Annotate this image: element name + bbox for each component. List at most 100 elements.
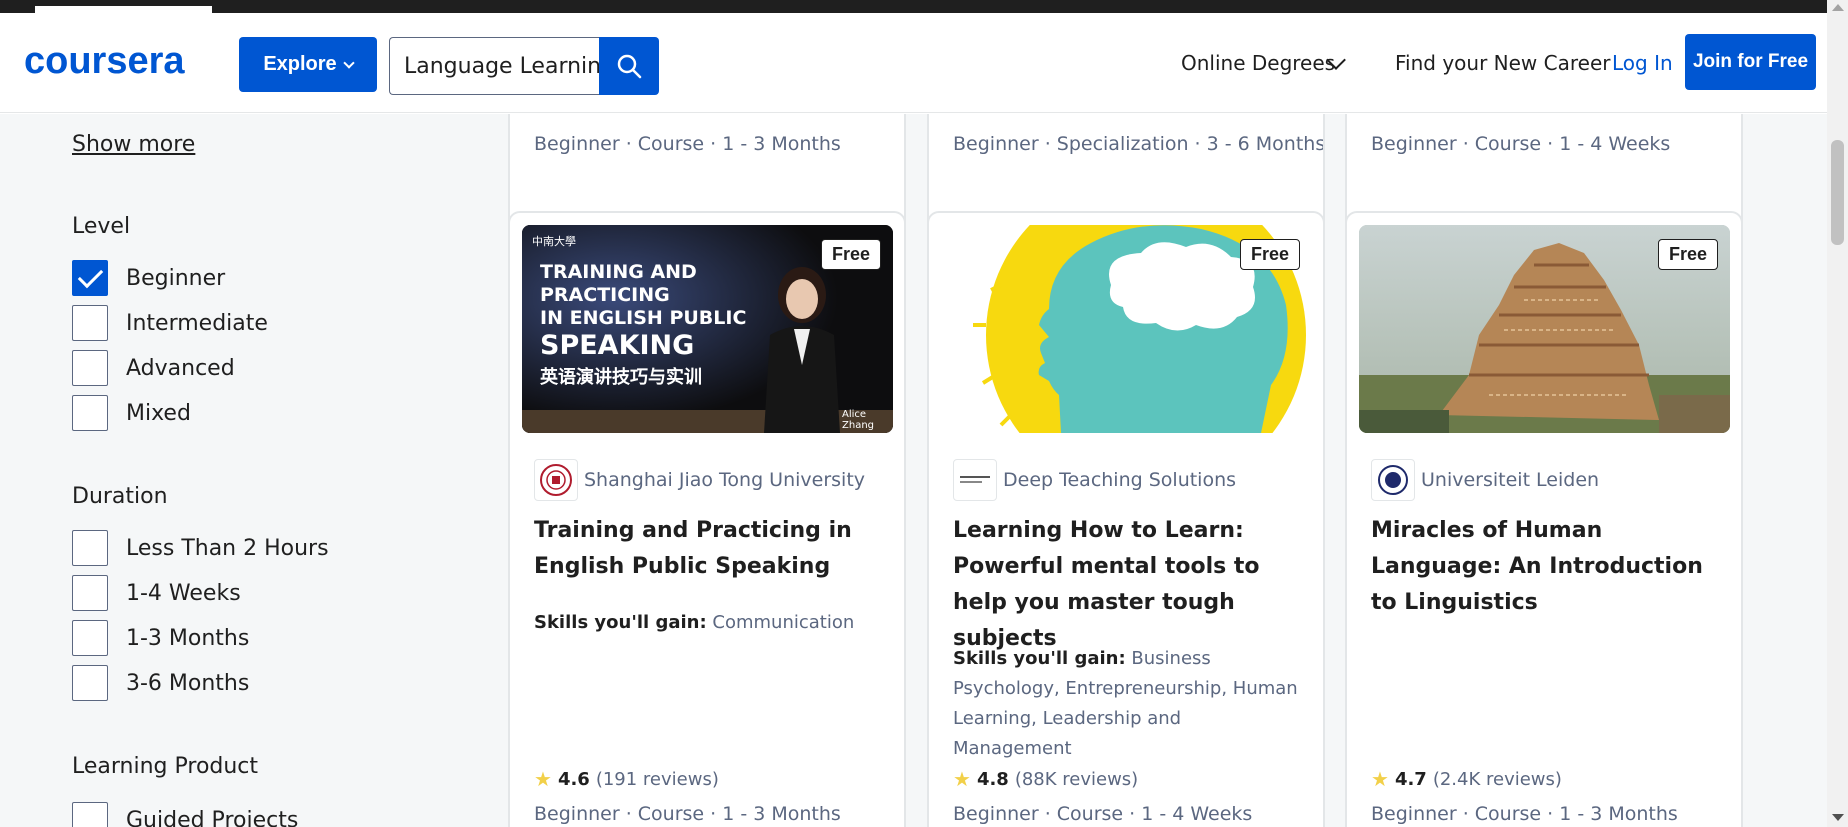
duration-option-1-3-months[interactable]: 1-3 Months — [72, 620, 249, 656]
login-link[interactable]: Log In — [1612, 51, 1673, 75]
image-caption: Alice Zhang — [842, 409, 875, 431]
course-title[interactable]: Learning How to Learn: Powerful mental t… — [953, 513, 1293, 657]
free-badge: Free — [1239, 239, 1300, 270]
browser-top-strip — [0, 0, 1848, 13]
course-card[interactable]: 中南大學 TRAINING AND PRACTICING IN ENGLISH … — [508, 211, 906, 827]
option-label: Intermediate — [126, 310, 268, 336]
partner-info: Universiteit Leiden — [1371, 459, 1599, 501]
option-label: Less Than 2 Hours — [126, 535, 329, 561]
card-meta: Beginner · Course · 1 - 3 Months — [1371, 803, 1678, 825]
rating: ★ 4.6 (191 reviews) — [534, 767, 719, 791]
partner-name: Shanghai Jiao Tong University — [584, 469, 866, 491]
course-image: Free — [1359, 225, 1730, 433]
duration-option-less-than-2-hours[interactable]: Less Than 2 Hours — [72, 530, 329, 566]
image-title-line: PRACTICING — [540, 284, 670, 306]
skills-list: Communication — [712, 612, 855, 633]
checkbox[interactable] — [72, 395, 108, 431]
level-filter-title: Level — [72, 214, 131, 239]
option-label: 1-4 Weeks — [126, 580, 241, 606]
page-scrollbar[interactable] — [1827, 0, 1848, 827]
card-meta: Beginner · Course · 1 - 3 Months — [534, 133, 841, 155]
university-seal-icon — [1371, 459, 1415, 501]
rating: ★ 4.7 (2.4K reviews) — [1371, 767, 1562, 791]
review-count: (2.4K reviews) — [1432, 768, 1562, 790]
online-degrees-link[interactable]: Online Degrees — [1181, 51, 1335, 75]
skills-label: Skills you'll gain: — [534, 612, 707, 633]
chevron-down-icon — [343, 56, 355, 69]
university-seal-icon — [534, 459, 578, 501]
checkbox[interactable] — [72, 620, 108, 656]
rating-score: 4.8 — [976, 768, 1009, 790]
level-option-advanced[interactable]: Advanced — [72, 350, 235, 386]
partner-name: Deep Teaching Solutions — [1003, 469, 1237, 491]
course-card[interactable]: Free Deep Teaching Solutions Learning Ho… — [927, 211, 1325, 827]
card-meta: Beginner · Course · 1 - 3 Months — [534, 803, 841, 825]
star-icon: ★ — [953, 767, 971, 791]
image-title-line: SPEAKING — [540, 330, 695, 361]
find-career-link[interactable]: Find your New Career — [1395, 51, 1610, 75]
show-more-link[interactable]: Show more — [72, 132, 195, 157]
partner-logo-icon — [953, 459, 997, 501]
option-label: Advanced — [126, 355, 235, 381]
rating-score: 4.6 — [557, 768, 590, 790]
explore-label: Explore — [263, 53, 337, 75]
course-title[interactable]: Miracles of Human Language: An Introduct… — [1371, 513, 1711, 621]
search-icon — [617, 54, 642, 79]
star-icon: ★ — [1371, 767, 1389, 791]
scroll-up-arrow-icon[interactable] — [1832, 4, 1844, 11]
option-label: Guided Projects — [126, 807, 299, 827]
level-option-beginner[interactable]: Beginner — [72, 260, 225, 296]
partner-info: Shanghai Jiao Tong University — [534, 459, 865, 501]
checkbox[interactable] — [72, 665, 108, 701]
review-count: (88K reviews) — [1014, 768, 1139, 790]
duration-option-1-4-weeks[interactable]: 1-4 Weeks — [72, 575, 241, 611]
image-subtitle: 英语演讲技巧与实训 — [540, 367, 702, 388]
option-label: Beginner — [126, 265, 226, 291]
course-card[interactable]: Free Universiteit Leiden Miracles of Hum… — [1345, 211, 1743, 827]
skills-text: Skills you'll gain: Business Psychology,… — [953, 644, 1303, 764]
explore-button[interactable]: Explore — [239, 37, 377, 92]
image-title-line: TRAINING AND — [540, 261, 697, 283]
product-option-guided-projects[interactable]: Guided Projects — [72, 802, 298, 827]
review-count: (191 reviews) — [595, 768, 719, 790]
duration-filter-title: Duration — [72, 484, 168, 509]
duration-option-3-6-months[interactable]: 3-6 Months — [72, 665, 249, 701]
checkbox-checked[interactable] — [72, 260, 108, 296]
course-image: Free — [941, 225, 1312, 433]
partner-info: Deep Teaching Solutions — [953, 459, 1236, 501]
card-meta: Beginner · Course · 1 - 4 Weeks — [953, 803, 1253, 825]
image-title-line: IN ENGLISH PUBLIC — [540, 307, 747, 329]
scroll-down-arrow-icon[interactable] — [1832, 814, 1844, 821]
join-button[interactable]: Join for Free — [1685, 34, 1816, 90]
image-school-text: 中南大學 — [532, 235, 576, 248]
course-image: 中南大學 TRAINING AND PRACTICING IN ENGLISH … — [522, 225, 893, 433]
learning-product-filter-title: Learning Product — [72, 754, 259, 779]
free-badge: Free — [820, 239, 881, 270]
level-option-intermediate[interactable]: Intermediate — [72, 305, 268, 341]
star-icon: ★ — [534, 767, 552, 791]
checkbox[interactable] — [72, 575, 108, 611]
coursera-logo[interactable]: coursera — [24, 40, 185, 83]
rating: ★ 4.8 (88K reviews) — [953, 767, 1138, 791]
image-title-text: TRAINING AND PRACTICING IN ENGLISH PUBLI… — [540, 261, 746, 389]
rating-score: 4.7 — [1394, 768, 1427, 790]
checkbox[interactable] — [72, 530, 108, 566]
checkbox[interactable] — [72, 802, 108, 827]
active-tab-indicator — [35, 6, 212, 13]
search-button[interactable] — [599, 37, 659, 95]
card-meta: Beginner · Course · 1 - 4 Weeks — [1371, 133, 1671, 155]
main-content: Show more Level Beginner Intermediate Ad… — [0, 114, 1827, 827]
site-header: coursera Explore Language Learnin Online… — [0, 13, 1827, 113]
partner-name: Universiteit Leiden — [1421, 469, 1600, 491]
skills-label: Skills you'll gain: — [953, 648, 1126, 669]
option-label: Mixed — [126, 400, 191, 426]
search-input[interactable]: Language Learnin — [389, 37, 599, 95]
option-label: 3-6 Months — [126, 670, 250, 696]
checkbox[interactable] — [72, 350, 108, 386]
checkbox[interactable] — [72, 305, 108, 341]
scrollbar-thumb[interactable] — [1831, 140, 1844, 245]
skills-text: Skills you'll gain: Communication — [534, 608, 884, 638]
course-title[interactable]: Training and Practicing in English Publi… — [534, 513, 874, 585]
free-badge: Free — [1657, 239, 1718, 270]
level-option-mixed[interactable]: Mixed — [72, 395, 191, 431]
